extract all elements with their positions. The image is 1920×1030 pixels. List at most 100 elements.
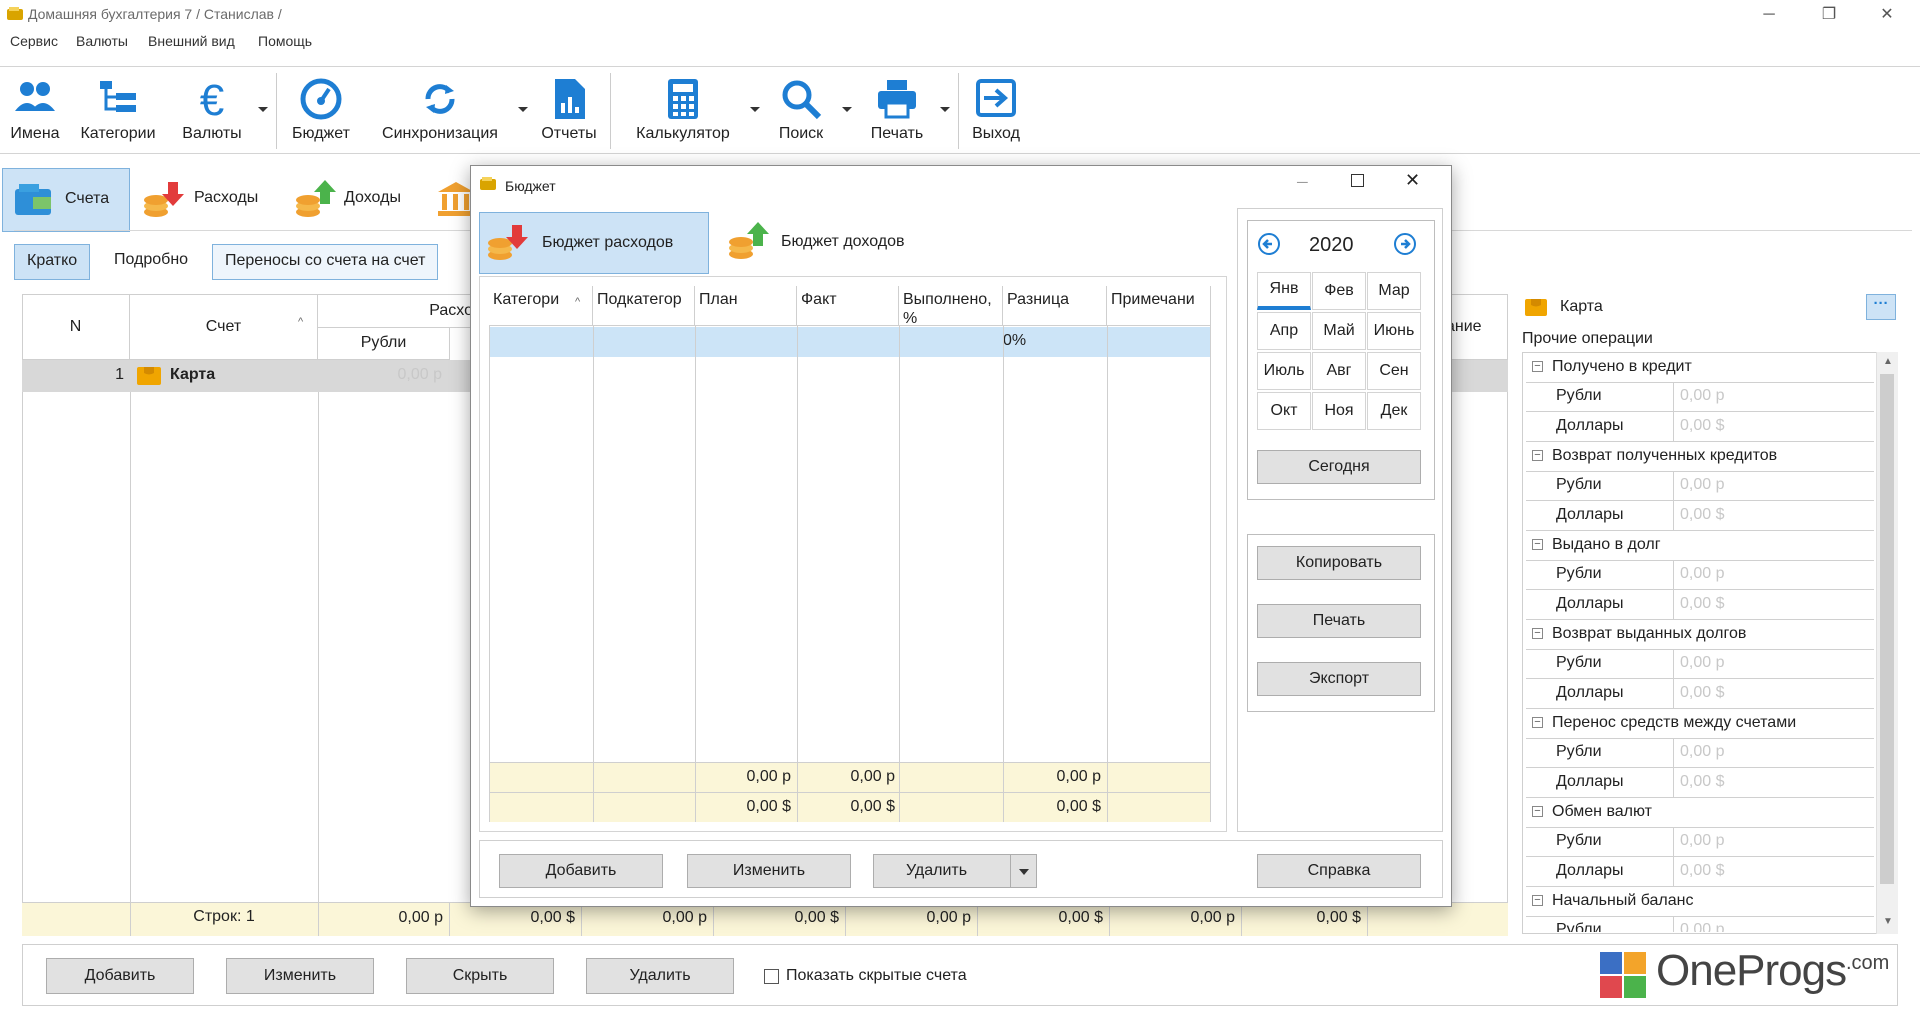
total-diff: 0,00 р [1056,768,1101,785]
col-difference-header[interactable]: Разница [1003,286,1107,326]
operation-group[interactable]: − Перенос средств между счетами [1526,709,1874,739]
currency-label: Рубли [1526,560,1674,590]
grid-column-line [1003,326,1004,822]
month-12[interactable]: Дек [1367,392,1421,430]
delete-dropdown-icon[interactable] [1019,869,1029,875]
month-11[interactable]: Ноя [1312,392,1366,430]
month-7[interactable]: Июль [1257,352,1311,390]
collapse-icon[interactable]: − [1532,717,1543,728]
collapse-icon[interactable]: − [1532,361,1543,372]
operation-amount: 0,00 р [1674,560,1874,590]
next-year-icon[interactable] [1393,232,1417,260]
help-button[interactable]: Справка [1257,854,1421,888]
export-button[interactable]: Экспорт [1257,662,1421,696]
currency-label: Рубли [1526,649,1674,679]
edit-account-button[interactable]: Изменить [226,958,374,994]
delete-account-button[interactable]: Удалить [586,958,734,994]
col-note-header[interactable]: Примечани [1107,286,1211,326]
operation-group[interactable]: − Выдано в долг [1526,531,1874,561]
operation-group[interactable]: − Обмен валют [1526,798,1874,828]
collapse-icon[interactable]: − [1532,450,1543,461]
grid-column-line [1107,326,1108,822]
operation-amount: 0,00 $ [1674,679,1874,709]
operation-amount: 0,00 $ [1674,768,1874,798]
operation-subrow[interactable]: Рубли 0,00 р [1526,560,1874,590]
collapse-icon[interactable]: − [1532,895,1543,906]
collapse-icon[interactable]: − [1532,628,1543,639]
operation-amount: 0,00 $ [1674,857,1874,887]
month-10[interactable]: Окт [1257,392,1311,430]
operation-amount: 0,00 р [1674,916,1874,932]
month-5[interactable]: Май [1312,312,1366,350]
budget-delete-label: Удалить [906,862,968,879]
oneprogs-logo-text: OneProgs [1656,946,1847,995]
operation-group[interactable]: − Получено в кредит [1526,353,1874,383]
col-subcategory-header[interactable]: Подкатегор [593,286,695,326]
currency-label: Доллары [1526,857,1674,887]
dialog-close-button[interactable]: ✕ [1405,170,1420,191]
show-hidden-checkbox[interactable] [764,969,779,984]
operation-subrow[interactable]: Рубли 0,00 р [1526,382,1874,412]
operation-subrow[interactable]: Доллары 0,00 $ [1526,501,1874,531]
currency-label: Рубли [1526,471,1674,501]
tab-expense-budget-label: Бюджет расходов [542,234,674,251]
currency-label: Доллары [1526,679,1674,709]
copy-button[interactable]: Копировать [1257,546,1421,580]
operation-group[interactable]: − Возврат полученных кредитов [1526,442,1874,472]
operation-subrow[interactable]: Доллары 0,00 $ [1526,679,1874,709]
budget-grid [489,286,1211,822]
operation-subrow[interactable]: Рубли 0,00 р [1526,649,1874,679]
operation-subrow[interactable]: Доллары 0,00 $ [1526,857,1874,887]
month-1[interactable]: Янв [1257,272,1311,310]
operation-subrow[interactable]: Рубли 0,00 р [1526,738,1874,768]
operation-subrow[interactable]: Рубли 0,00 р [1526,916,1874,932]
budget-print-button[interactable]: Печать [1257,604,1421,638]
currency-label: Доллары [1526,412,1674,442]
operation-group-name: Начальный баланс [1552,892,1694,909]
currency-label: Рубли [1526,827,1674,857]
dialog-maximize-button[interactable] [1351,174,1364,187]
prev-year-icon[interactable] [1257,232,1281,260]
coins-up-icon [727,220,771,266]
add-account-button[interactable]: Добавить [46,958,194,994]
operation-group[interactable]: − Возврат выданных долгов [1526,620,1874,650]
operation-group-name: Возврат выданных долгов [1552,625,1747,642]
operation-group-name: Выдано в долг [1552,536,1661,553]
today-button[interactable]: Сегодня [1257,450,1421,484]
operation-subrow[interactable]: Доллары 0,00 $ [1526,412,1874,442]
month-4[interactable]: Апр [1257,312,1311,350]
operation-amount: 0,00 р [1674,471,1874,501]
operation-subrow[interactable]: Рубли 0,00 р [1526,471,1874,501]
month-6[interactable]: Июнь [1367,312,1421,350]
table-row[interactable] [490,327,1210,357]
budget-add-button[interactable]: Добавить [499,854,663,888]
collapse-icon[interactable]: − [1532,539,1543,550]
dialog-minimize-button[interactable]: ─ [1297,174,1308,191]
sort-up-icon: ^ [575,296,581,308]
budget-edit-button[interactable]: Изменить [687,854,851,888]
col-completed-header[interactable]: Выполнено, % [899,286,1003,327]
oneprogs-logo-icon [1600,950,1646,1002]
operation-amount: 0,00 р [1674,649,1874,679]
budget-delete-button[interactable]: Удалить [873,854,1037,888]
oneprogs-logo-suffix: .com [1846,952,1890,974]
currency-label: Доллары [1526,501,1674,531]
collapse-icon[interactable]: − [1532,806,1543,817]
tab-income-budget[interactable]: Бюджет доходов [721,212,921,274]
month-2[interactable]: Фев [1312,272,1366,310]
operation-group[interactable]: − Начальный баланс [1526,887,1874,917]
month-3[interactable]: Мар [1367,272,1421,310]
month-9[interactable]: Сен [1367,352,1421,390]
operation-subrow[interactable]: Рубли 0,00 р [1526,827,1874,857]
operation-subrow[interactable]: Доллары 0,00 $ [1526,768,1874,798]
month-8[interactable]: Авг [1312,352,1366,390]
col-fact-header[interactable]: Факт [797,286,899,326]
operation-amount: 0,00 р [1674,827,1874,857]
col-plan-header[interactable]: План [695,286,797,326]
tab-expense-budget[interactable]: Бюджет расходов [479,212,709,274]
tab-income-budget-label: Бюджет доходов [781,233,905,250]
hide-account-button[interactable]: Скрыть [406,958,554,994]
grid-column-line [695,326,696,822]
operation-subrow[interactable]: Доллары 0,00 $ [1526,590,1874,620]
budget-window-icon [479,176,497,196]
